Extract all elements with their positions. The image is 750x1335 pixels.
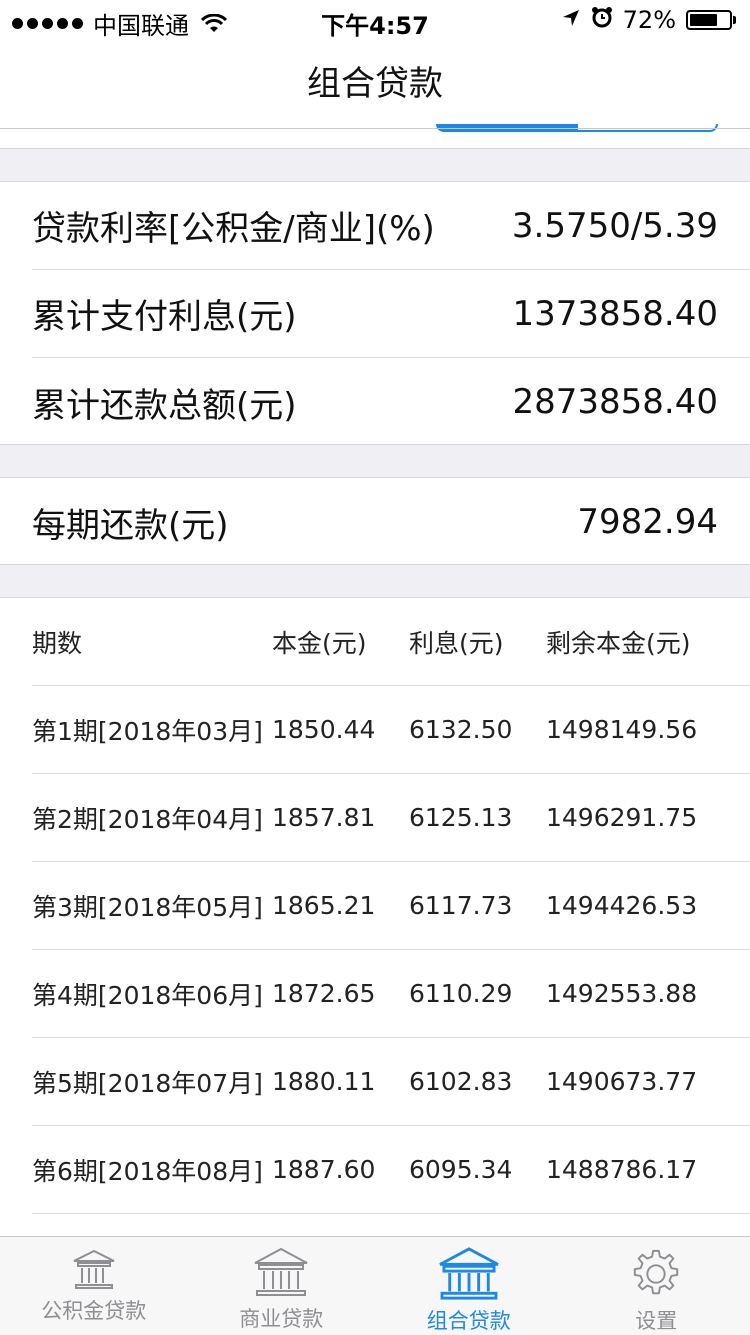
total-label: 累计还款总额(元) [32, 378, 297, 427]
cell-principal: 1850.44 [272, 715, 409, 744]
cell-remaining: 1488786.17 [546, 1155, 746, 1184]
interest-label: 累计支付利息(元) [32, 289, 297, 338]
section-separator [0, 564, 750, 598]
cell-period: 第5期[2018年07月] [32, 1064, 272, 1100]
table-header: 期数 本金(元) 利息(元) 剩余本金(元) [32, 598, 750, 686]
tab-combined-loan[interactable]: 组合贷款 [375, 1237, 563, 1335]
cell-interest: 6117.73 [409, 891, 546, 920]
rate-value: 3.5750/5.39 [512, 206, 718, 246]
nav-divider [0, 128, 750, 129]
segmented-control-selected[interactable] [438, 124, 578, 130]
header-remaining: 剩余本金(元) [546, 624, 746, 660]
table-row: 第1期[2018年03月] 1850.44 6132.50 1498149.56 [32, 686, 750, 774]
table-row: 第3期[2018年05月] 1865.21 6117.73 1494426.53 [32, 862, 750, 950]
cell-remaining: 1496291.75 [546, 803, 746, 832]
cell-period: 第2期[2018年04月] [32, 800, 272, 836]
tab-bar: 公积金贷款 商业贷款 组合贷款 [0, 1236, 750, 1335]
header-period: 期数 [32, 624, 272, 660]
section-separator [0, 148, 750, 182]
location-arrow-icon [561, 6, 581, 34]
cell-principal: 1880.11 [272, 1067, 409, 1096]
interest-row: 累计支付利息(元) 1373858.40 [32, 270, 750, 358]
bank-icon [70, 1247, 118, 1291]
cell-period: 第1期[2018年03月] [32, 712, 272, 748]
monthly-payment-value: 7982.94 [577, 502, 718, 542]
table-row: 第6期[2018年08月] 1887.60 6095.34 1488786.17 [32, 1126, 750, 1214]
monthly-payment-row: 每期还款(元) 7982.94 [32, 478, 750, 566]
section-separator [0, 444, 750, 478]
battery-level-fill [690, 14, 717, 26]
cell-principal: 1865.21 [272, 891, 409, 920]
cell-period: 第3期[2018年05月] [32, 888, 272, 924]
gear-icon [628, 1247, 684, 1301]
tab-commercial-loan[interactable]: 商业贷款 [188, 1237, 376, 1335]
rate-row: 贷款利率[公积金/商业](%) 3.5750/5.39 [32, 182, 750, 270]
cell-interest: 6125.13 [409, 803, 546, 832]
tab-provident-fund-loan[interactable]: 公积金贷款 [0, 1237, 188, 1335]
total-row: 累计还款总额(元) 2873858.40 [32, 358, 750, 446]
header-interest: 利息(元) [409, 624, 546, 660]
tab-settings[interactable]: 设置 [563, 1237, 750, 1335]
page-title: 组合贷款 [0, 40, 750, 128]
cell-remaining: 1490673.77 [546, 1067, 746, 1096]
cell-interest: 6132.50 [409, 715, 546, 744]
tab-label: 商业贷款 [239, 1303, 323, 1333]
battery-percent: 72% [623, 6, 676, 34]
header-principal: 本金(元) [272, 624, 409, 660]
cell-principal: 1887.60 [272, 1155, 409, 1184]
cell-remaining: 1494426.53 [546, 891, 746, 920]
bank-icon [437, 1247, 501, 1301]
tab-label: 公积金贷款 [41, 1295, 146, 1325]
interest-value: 1373858.40 [513, 294, 719, 334]
cell-principal: 1857.81 [272, 803, 409, 832]
battery-icon [686, 10, 736, 30]
table-row: 第2期[2018年04月] 1857.81 6125.13 1496291.75 [32, 774, 750, 862]
tab-label: 设置 [635, 1305, 677, 1335]
cell-interest: 6110.29 [409, 979, 546, 1008]
table-row: 第5期[2018年07月] 1880.11 6102.83 1490673.77 [32, 1038, 750, 1126]
cell-period: 第6期[2018年08月] [32, 1152, 272, 1188]
total-value: 2873858.40 [513, 382, 719, 422]
cell-period: 第4期[2018年06月] [32, 976, 272, 1012]
tab-label: 组合贷款 [427, 1305, 511, 1335]
monthly-payment-label: 每期还款(元) [32, 498, 229, 547]
table-row: 第4期[2018年06月] 1872.65 6110.29 1492553.88 [32, 950, 750, 1038]
bank-icon [253, 1247, 309, 1299]
status-right: 72% [561, 6, 736, 34]
rate-label: 贷款利率[公积金/商业](%) [32, 201, 435, 250]
cell-remaining: 1492553.88 [546, 979, 746, 1008]
cell-principal: 1872.65 [272, 979, 409, 1008]
status-bar: 中国联通 下午4:57 72% [0, 0, 750, 40]
cell-interest: 6095.34 [409, 1155, 546, 1184]
alarm-clock-icon [591, 6, 613, 34]
cell-interest: 6102.83 [409, 1067, 546, 1096]
cell-remaining: 1498149.56 [546, 715, 746, 744]
